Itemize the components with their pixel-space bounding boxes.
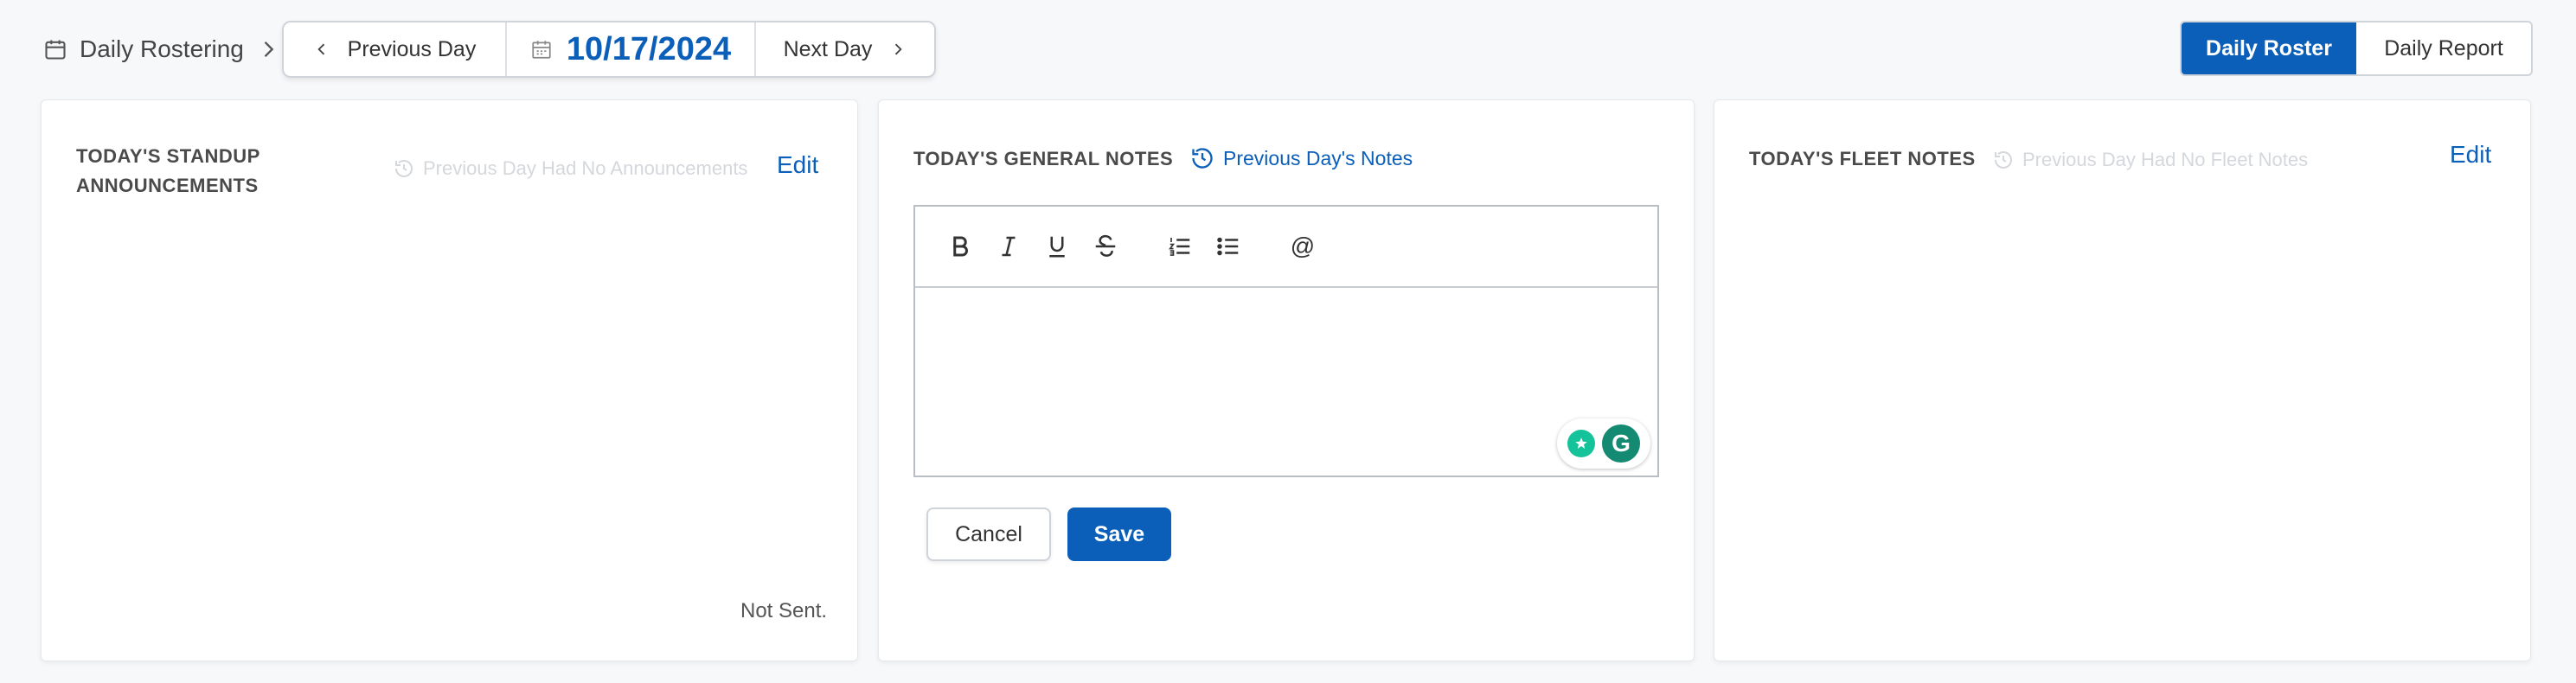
edit-fleet-button[interactable]: Edit — [2450, 141, 2491, 169]
history-icon — [1192, 148, 1213, 169]
history-icon — [1995, 151, 2012, 169]
previous-day-label: Previous Day — [347, 36, 477, 61]
breadcrumb-label[interactable]: Daily Rostering — [80, 35, 244, 63]
italic-icon — [1002, 236, 1016, 257]
notes-text-area[interactable]: G — [915, 288, 1657, 476]
editor-toolbar: @ — [915, 207, 1657, 288]
edit-standup-button[interactable]: Edit — [777, 151, 818, 179]
current-date: 10/17/2024 — [566, 30, 732, 67]
panel-title-line: TODAY'S STANDUP — [76, 145, 260, 167]
previous-day-notes-link[interactable]: Previous Day's Notes — [1190, 146, 1413, 170]
italic-button[interactable] — [984, 222, 1033, 271]
grammarly-widget[interactable]: G — [1557, 418, 1650, 469]
calendar-icon — [532, 41, 551, 59]
day-navigator: Previous Day 10/17/2024 Next Day — [282, 21, 936, 78]
panel-title-line: ANNOUNCEMENTS — [76, 175, 259, 196]
bullet-list-icon — [1217, 237, 1239, 256]
bullet-list-button[interactable] — [1204, 222, 1253, 271]
notes-editor: @ G — [913, 205, 1659, 477]
underline-button[interactable] — [1033, 222, 1081, 271]
chevron-left-icon — [317, 43, 324, 55]
panel-title: TODAY'S GENERAL NOTES — [913, 148, 1174, 169]
daily-roster-tab[interactable]: Daily Roster — [2182, 22, 2356, 74]
chevron-right-icon — [264, 41, 274, 57]
history-icon — [395, 160, 413, 177]
view-toggle: Daily Roster Daily Report — [2180, 21, 2533, 76]
panel-title: TODAY'S FLEET NOTES — [1749, 148, 1976, 169]
mention-icon: @ — [1290, 233, 1316, 259]
chevron-right-icon — [895, 43, 903, 55]
strikethrough-icon — [1095, 234, 1116, 257]
general-notes-panel: TODAY'S GENERAL NOTES Previous Day's Not… — [878, 99, 1695, 661]
calendar-icon — [45, 40, 66, 60]
fleet-notes-panel: TODAY'S FLEET NOTES Previous Day Had No … — [1714, 99, 2531, 661]
mention-button[interactable]: @ — [1278, 222, 1327, 271]
date-picker[interactable]: 10/17/2024 — [507, 22, 756, 76]
next-day-button[interactable]: Next Day — [756, 22, 934, 76]
save-button[interactable]: Save — [1067, 507, 1171, 561]
ordered-list-button[interactable] — [1156, 222, 1204, 271]
ordered-list-icon — [1169, 238, 1190, 256]
grammarly-icon[interactable]: G — [1602, 424, 1640, 463]
daily-report-tab[interactable]: Daily Report — [2356, 22, 2531, 74]
bold-icon — [953, 236, 968, 257]
standup-history-text: Previous Day Had No Announcements — [423, 157, 748, 179]
standup-announcements-panel: TODAY'S STANDUP ANNOUNCEMENTS Previous D… — [41, 99, 858, 661]
breadcrumb: Daily Rostering — [43, 31, 280, 67]
previous-day-notes-label: Previous Day's Notes — [1223, 146, 1413, 169]
fleet-history-text: Previous Day Had No Fleet Notes — [2022, 149, 2309, 170]
send-status: Not Sent. — [740, 599, 828, 622]
underline-icon — [1049, 236, 1065, 258]
fleet-history-note: Previous Day Had No Fleet Notes — [1993, 149, 2308, 171]
strikethrough-button[interactable] — [1081, 222, 1130, 271]
cancel-button[interactable]: Cancel — [926, 507, 1051, 561]
panel-title: TODAY'S STANDUP ANNOUNCEMENTS — [76, 142, 260, 201]
next-day-label: Next Day — [783, 36, 873, 61]
grammarly-suggestion-icon[interactable] — [1567, 430, 1595, 457]
previous-day-button[interactable]: Previous Day — [284, 22, 507, 76]
bold-button[interactable] — [936, 222, 984, 271]
standup-history-note: Previous Day Had No Announcements — [394, 157, 747, 180]
